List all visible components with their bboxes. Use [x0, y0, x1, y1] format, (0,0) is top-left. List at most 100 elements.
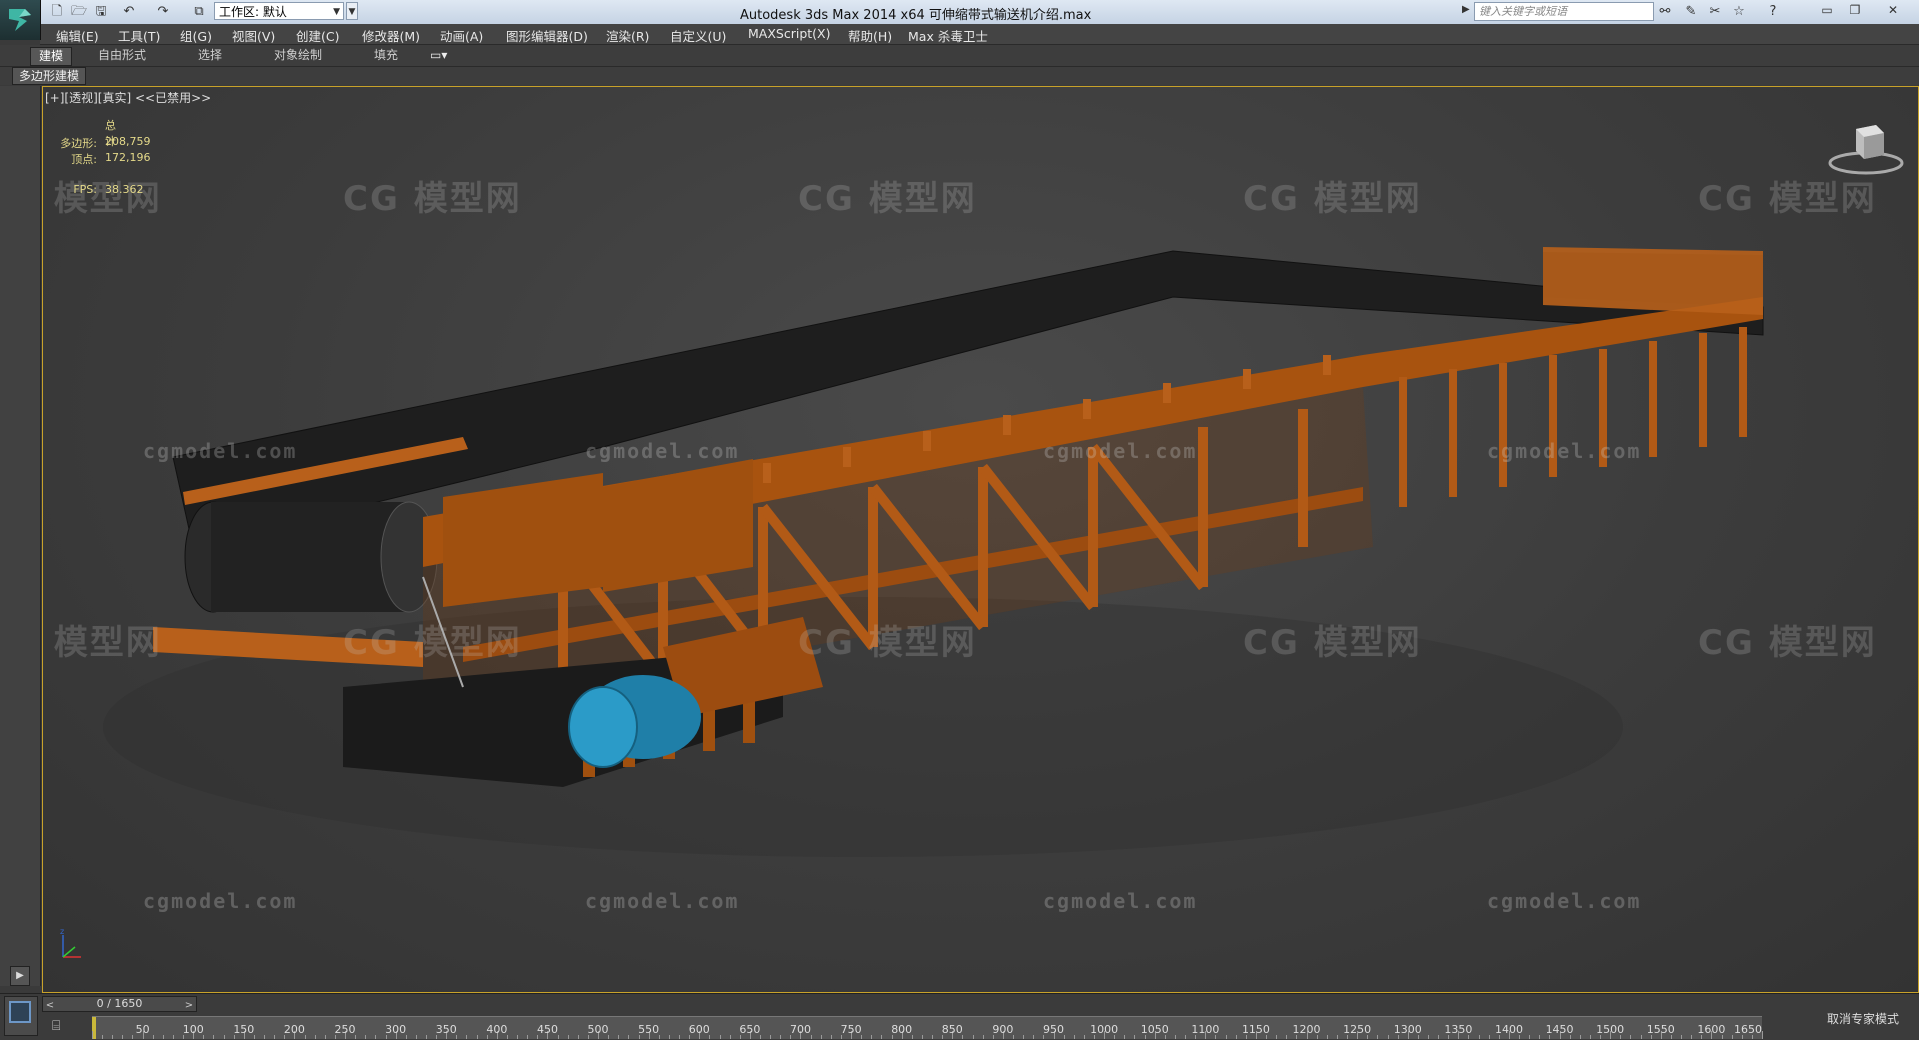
timeline-tick-label: 400 [486, 1023, 508, 1036]
timeline-tick-label: 1300 [1393, 1023, 1422, 1036]
workspace-dropdown-button[interactable]: ▼ [346, 2, 358, 20]
watermark-site: cgmodel.com [1487, 889, 1642, 913]
binoculars-icon[interactable]: ⚯ [1656, 3, 1674, 21]
tab-object-paint[interactable]: 对象绘制 [274, 47, 322, 64]
viewport-label-menu[interactable]: [+][透视][真实] <<已禁用>> [45, 89, 211, 106]
menu-animation[interactable]: 动画(A) [440, 26, 483, 45]
timeline-tick [668, 1035, 670, 1039]
menu-edit[interactable]: 编辑(E) [56, 26, 99, 45]
menu-modifiers[interactable]: 修改器(M) [362, 26, 420, 45]
timeline-tick [274, 1035, 276, 1039]
timeline-tick-label: 900 [992, 1023, 1014, 1036]
menu-create[interactable]: 创建(C) [296, 26, 339, 45]
timeline-tick [162, 1035, 164, 1039]
ribbon-tabs: 建模 自由形式 选择 对象绘制 填充 ▭▾ [0, 45, 1919, 67]
menu-help[interactable]: 帮助(H) [848, 26, 892, 45]
app-menu-button[interactable] [0, 0, 41, 40]
tab-populate[interactable]: 填充 [374, 47, 398, 64]
timeline-tick [102, 1035, 104, 1039]
polys-label: 多边形: [60, 137, 97, 150]
viewport-layout-tab[interactable] [4, 996, 38, 1036]
timeline-tick-label: 50 [135, 1023, 150, 1036]
menu-maxscript[interactable]: MAXScript(X) [748, 26, 830, 41]
timeline-tick-label: 1150 [1241, 1023, 1270, 1036]
perspective-viewport[interactable]: CG 模型网 CG 模型网 CG 模型网 CG 模型网 CG 模型网 CG 模型… [42, 86, 1919, 993]
favorites-star-icon[interactable]: ☆ [1730, 3, 1748, 21]
polygon-modeling-panel[interactable]: 多边形建模 [12, 67, 87, 85]
timeline-tick [152, 1035, 154, 1039]
timeline-tick-label: 550 [638, 1023, 660, 1036]
communication-center-icon[interactable]: ✂ [1706, 3, 1724, 21]
watermark-site: cgmodel.com [585, 439, 740, 463]
open-file-icon[interactable]: 🗁 [70, 3, 88, 21]
timeline-tick [1134, 1035, 1136, 1039]
restore-button[interactable]: ❐ [1842, 1, 1868, 19]
watermark-logo: CG 模型网 [1698, 623, 1877, 663]
search-expand-icon[interactable]: ▶ [1462, 4, 1470, 15]
watermark-site: cgmodel.com [585, 889, 740, 913]
timeline-tick [375, 1035, 377, 1039]
curve-editor-icon[interactable]: ⌸ [52, 1018, 60, 1034]
menu-max-antivirus[interactable]: Max 杀毒卫士 [908, 26, 988, 45]
watermark-site: cgmodel.com [1043, 439, 1198, 463]
menu-tools[interactable]: 工具(T) [118, 26, 160, 45]
chevron-down-icon: ▼ [333, 7, 340, 17]
tab-selection[interactable]: 选择 [198, 47, 222, 64]
axis-tripod-icon: z [60, 927, 81, 958]
menu-views[interactable]: 视图(V) [232, 26, 275, 45]
timeline-tick [466, 1035, 468, 1039]
chevron-right-icon[interactable]: > [182, 999, 196, 1013]
subscription-center-icon[interactable]: ✎ [1682, 3, 1700, 21]
project-folder-icon[interactable]: ⧉ [190, 3, 208, 21]
ribbon-panel: 多边形建模 [0, 67, 1919, 85]
viewcube-icon[interactable] [1826, 119, 1906, 179]
conveyor-model [103, 247, 1764, 857]
timeline-tick [770, 1035, 772, 1039]
redo-icon[interactable]: ↷ [154, 3, 172, 21]
timeline-tick-label: 1550 [1646, 1023, 1675, 1036]
timeline-tick-label: 1500 [1596, 1023, 1625, 1036]
menu-group[interactable]: 组(G) [180, 26, 212, 45]
timeline-tick [1276, 1035, 1278, 1039]
search-input[interactable]: 键入关键字或短语 [1474, 2, 1654, 21]
undo-icon[interactable]: ↶ [120, 3, 138, 21]
new-file-icon[interactable]: 🗋 [48, 3, 66, 21]
menu-graph-editors[interactable]: 图形编辑器(D) [506, 26, 588, 45]
menu-customize[interactable]: 自定义(U) [670, 26, 726, 45]
tab-freeform[interactable]: 自由形式 [98, 47, 146, 64]
timeline-tick [881, 1035, 883, 1039]
timeline-tick [1691, 1035, 1693, 1039]
watermark-site: cgmodel.com [1043, 889, 1198, 913]
timeline-tick [628, 1035, 630, 1039]
expert-mode-status[interactable]: 取消专家模式 [1827, 1010, 1899, 1027]
frame-counter: 0 / 1650 [96, 997, 143, 1010]
play-icon[interactable]: ▶ [10, 966, 30, 986]
time-slider[interactable]: < 0 / 1650 > [42, 996, 197, 1012]
watermark-logo: CG 模型网 [798, 623, 977, 663]
tab-modeling[interactable]: 建模 [30, 47, 73, 66]
timeline-tick [365, 1035, 367, 1039]
save-icon[interactable]: 🖫 [92, 3, 110, 21]
close-button[interactable]: ✕ [1880, 1, 1906, 19]
workspace-select[interactable]: 工作区: 默认 ▼ [214, 2, 344, 20]
timeline-tick-label: 450 [536, 1023, 558, 1036]
timeline-tick-label: 100 [182, 1023, 204, 1036]
timeline-tick [820, 1035, 822, 1039]
timeline-tick-label: 1250 [1343, 1023, 1372, 1036]
minimize-button[interactable]: ▭ [1814, 1, 1840, 19]
left-command-strip [0, 86, 41, 986]
timeline-tick [1731, 1035, 1733, 1039]
help-icon[interactable]: ? [1764, 3, 1782, 21]
timeline-tick-label: 650 [739, 1023, 761, 1036]
menu-rendering[interactable]: 渲染(R) [606, 26, 649, 45]
timeline-tick [830, 1035, 832, 1039]
menu-bar: 编辑(E) 工具(T) 组(G) 视图(V) 创建(C) 修改器(M) 动画(A… [40, 24, 1919, 45]
timeline-tick [122, 1035, 124, 1039]
timeline-tick [1589, 1035, 1591, 1039]
verts-label: 顶点: [71, 153, 97, 166]
timeline-tick-label: 950 [1043, 1023, 1064, 1036]
track-bar[interactable]: 50 100 150 200 250 300 350 400 450 500 550 600 650 70… [92, 1016, 1763, 1039]
timeline-tick [1529, 1035, 1531, 1039]
timeline-tick [1083, 1035, 1085, 1039]
ribbon-options-icon[interactable]: ▭▾ [430, 47, 447, 64]
